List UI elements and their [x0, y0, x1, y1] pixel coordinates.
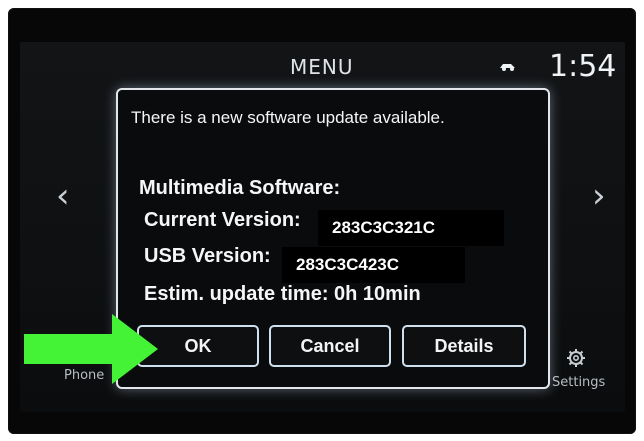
usb-version-value: 283C3C423C — [282, 247, 465, 283]
right-arrow-icon — [24, 314, 158, 384]
current-version-label: Current Version: — [144, 209, 301, 231]
usb-version-label: USB Version: — [144, 245, 271, 267]
current-version-value: 283C3C321C — [318, 210, 504, 246]
chevron-left-icon[interactable]: ‹ — [56, 176, 70, 216]
car-icon — [499, 60, 517, 72]
software-label: Multimedia Software: — [139, 177, 341, 199]
update-message: There is a new software update available… — [131, 108, 445, 127]
details-button[interactable]: Details — [402, 325, 526, 367]
clock: 1:54 — [549, 49, 617, 84]
estimated-update-time: Estim. update time: 0h 10min — [144, 283, 421, 305]
chevron-right-icon[interactable]: › — [592, 176, 606, 216]
menu-title: MENU — [290, 55, 354, 79]
gear-icon[interactable] — [566, 348, 586, 368]
cancel-button[interactable]: Cancel — [269, 325, 391, 367]
settings-label[interactable]: Settings — [552, 375, 605, 390]
